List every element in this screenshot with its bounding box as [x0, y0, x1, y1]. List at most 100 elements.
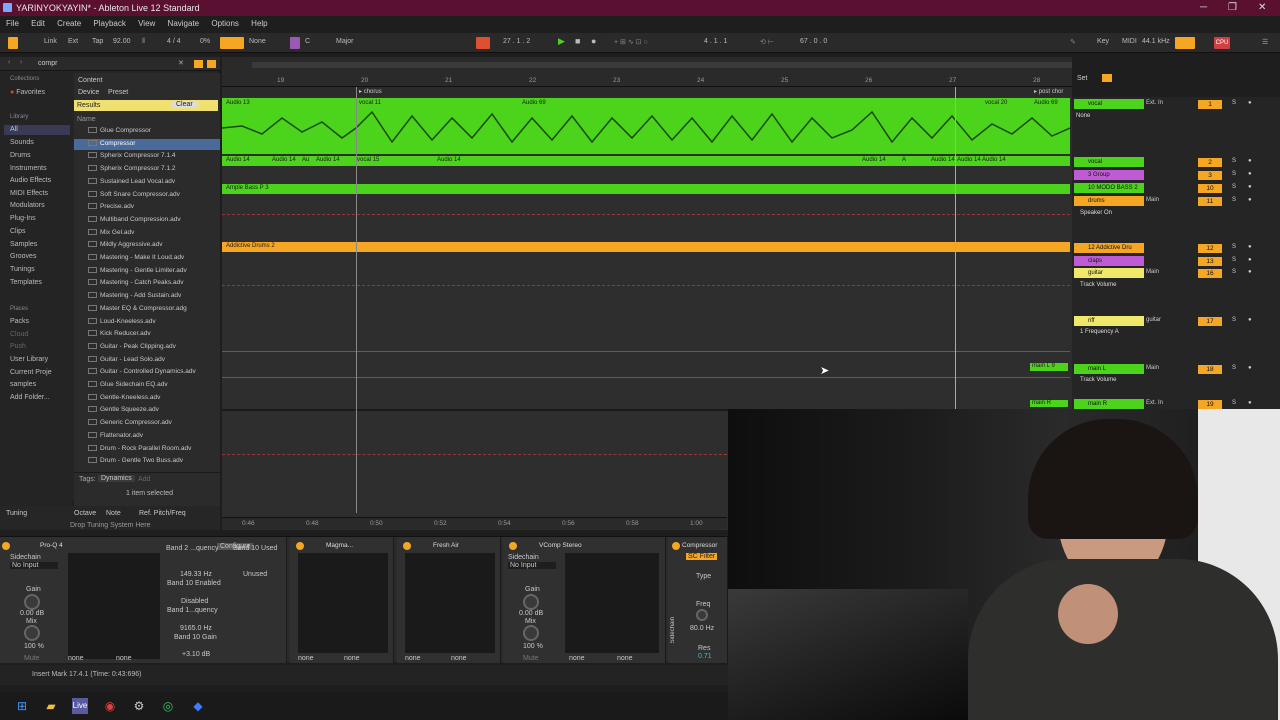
- ext-button[interactable]: Ext: [68, 38, 78, 45]
- set-button[interactable]: Set: [1077, 75, 1088, 82]
- track-io-select[interactable]: guitar: [1146, 317, 1161, 323]
- app-icon[interactable]: ◎: [160, 698, 176, 714]
- browser-item[interactable]: Spherix Compressor 7.1.4: [88, 152, 176, 159]
- solo-button[interactable]: S: [1232, 317, 1236, 323]
- swing-percent[interactable]: 0%: [200, 38, 210, 45]
- locator-post-chorus[interactable]: ▸ post chor: [1034, 88, 1063, 95]
- maximize-icon[interactable]: ❐: [1228, 0, 1237, 16]
- mute-label[interactable]: Mute: [523, 655, 539, 662]
- select-none-2[interactable]: none: [451, 655, 467, 662]
- gain-knob[interactable]: [24, 594, 40, 610]
- arm-button[interactable]: ●: [1248, 197, 1252, 203]
- record-icon[interactable]: ●: [591, 36, 596, 46]
- arm-button[interactable]: ●: [1248, 100, 1252, 106]
- windows-start-icon[interactable]: ⊞: [14, 698, 30, 714]
- track-number-button[interactable]: 17: [1198, 317, 1222, 326]
- arm-button[interactable]: ●: [1248, 171, 1252, 177]
- band2-value[interactable]: 149.33 Hz: [180, 571, 212, 578]
- main-l-clip[interactable]: main L 9: [1030, 363, 1068, 371]
- track-volume-select-2[interactable]: Track Volume: [1080, 377, 1116, 383]
- solo-button[interactable]: S: [1232, 269, 1236, 275]
- browser-item[interactable]: Sustained Lead Vocal.adv: [88, 177, 175, 185]
- clear-button[interactable]: Clear: [172, 101, 197, 108]
- select-none[interactable]: none: [405, 655, 421, 662]
- track-io-select[interactable]: Main: [1146, 197, 1159, 203]
- browser-item[interactable]: Spherix Compressor 7.1.2: [88, 165, 176, 172]
- arm-button[interactable]: ●: [1248, 158, 1252, 164]
- mixer-track-header[interactable]: claps: [1074, 256, 1144, 266]
- track-number-button[interactable]: 3: [1198, 171, 1222, 180]
- track-io-select[interactable]: Main: [1146, 365, 1159, 371]
- sidebar-item-grooves[interactable]: Grooves: [10, 253, 36, 260]
- band10-enabled[interactable]: Band 10 Enabled: [167, 580, 221, 587]
- bass-lane[interactable]: Ample Bass P 3: [222, 184, 1070, 194]
- select-none[interactable]: none: [68, 655, 84, 662]
- arrangement-record-icon[interactable]: [476, 37, 490, 49]
- midi-map-button[interactable]: MIDI: [1122, 38, 1137, 45]
- filter-icon[interactable]: [194, 60, 203, 68]
- solo-button[interactable]: S: [1232, 171, 1236, 177]
- main-r-clip[interactable]: main R: [1030, 400, 1068, 407]
- scale-mode-icon[interactable]: [290, 37, 300, 49]
- arm-button[interactable]: ●: [1248, 269, 1252, 275]
- browser-item[interactable]: Guitar - Controlled Dynamics.adv: [88, 368, 196, 375]
- select-none-2[interactable]: none: [344, 655, 360, 662]
- close-icon[interactable]: ✕: [1258, 0, 1266, 16]
- mixer-track-header[interactable]: main R: [1074, 399, 1144, 409]
- plugin-display[interactable]: [565, 553, 659, 653]
- browser-item[interactable]: Generic Compressor.adv: [88, 419, 172, 426]
- browser-item[interactable]: Mastering - Add Sustain.adv: [88, 292, 181, 299]
- sidechain-input-select[interactable]: No Input: [10, 562, 58, 569]
- browser-item[interactable]: Multiband Compression.adv: [88, 215, 181, 223]
- place-cloud[interactable]: Cloud: [10, 331, 28, 338]
- track-number-button[interactable]: 18: [1198, 365, 1222, 374]
- mute-label[interactable]: Mute: [24, 655, 40, 662]
- browser-item[interactable]: Gentle-Kneeless.adv: [88, 393, 160, 401]
- place-user-library[interactable]: User Library: [10, 356, 48, 363]
- browser-item[interactable]: Mix Gel.adv: [88, 228, 134, 236]
- place-push[interactable]: Push: [10, 343, 26, 350]
- track-io-select[interactable]: Ext. In: [1146, 400, 1163, 406]
- time-ruler[interactable]: 0:46 0:48 0:50 0:52 0:54 0:56 0:58 1:00: [222, 517, 727, 529]
- sidebar-item-plugins[interactable]: Plug-Ins: [10, 215, 36, 222]
- forward-icon[interactable]: ›: [20, 59, 22, 66]
- song-position[interactable]: 27 . 1 . 2: [503, 38, 530, 45]
- device-power-icon[interactable]: [403, 542, 411, 550]
- solo-button[interactable]: S: [1232, 100, 1236, 106]
- menu-playback[interactable]: Playback: [93, 16, 125, 32]
- sidebar-item-modulators[interactable]: Modulators: [10, 202, 45, 209]
- arm-button[interactable]: ●: [1248, 365, 1252, 371]
- mixer-track-header[interactable]: main L: [1074, 364, 1144, 374]
- sidebar-item-drums[interactable]: Drums: [10, 152, 31, 159]
- key-select[interactable]: C: [305, 38, 310, 45]
- filter-toggle-icon[interactable]: [207, 60, 216, 68]
- track-number-button[interactable]: 10: [1198, 184, 1222, 193]
- browser-search-input[interactable]: compr: [38, 60, 57, 67]
- settings-icon[interactable]: ⚙: [131, 698, 147, 714]
- browser-item[interactable]: Master EQ & Compressor.adg: [88, 304, 187, 312]
- solo-button[interactable]: S: [1232, 400, 1236, 406]
- sidebar-item-sounds[interactable]: Sounds: [10, 139, 34, 146]
- tag-dynamics[interactable]: Dynamics: [98, 475, 135, 482]
- browser-item[interactable]: Guitar - Peak Clipping.adv: [88, 342, 176, 350]
- sidebar-favorites[interactable]: ● Favorites: [10, 89, 45, 96]
- app-icon-blue[interactable]: ◆: [190, 698, 206, 714]
- freq-knob[interactable]: [696, 609, 708, 621]
- select-none-2[interactable]: none: [116, 655, 132, 662]
- track-number-button[interactable]: 16: [1198, 269, 1222, 278]
- vocal-lane[interactable]: [222, 98, 1070, 154]
- track-number-button[interactable]: 1: [1198, 100, 1222, 109]
- mix-knob[interactable]: [523, 625, 539, 641]
- browser-item[interactable]: Guitar - Lead Solo.adv: [88, 355, 165, 363]
- browser-item[interactable]: Loud-Kneeless.adv: [88, 317, 156, 325]
- metronome-dots-icon[interactable]: ⦀: [142, 38, 145, 46]
- browser-item[interactable]: Drum - Gentle Two Buss.adv: [88, 457, 183, 464]
- track-number-button[interactable]: 12: [1198, 244, 1222, 253]
- sidebar-item-templates[interactable]: Templates: [10, 279, 42, 286]
- track-number-button[interactable]: 13: [1198, 257, 1222, 266]
- loop-start[interactable]: 4 . 1 . 1: [704, 38, 727, 45]
- mixer-track-header[interactable]: riff: [1074, 316, 1144, 326]
- menu-help[interactable]: Help: [251, 16, 267, 32]
- mix-knob[interactable]: [24, 625, 40, 641]
- sidebar-item-all[interactable]: All: [10, 126, 18, 133]
